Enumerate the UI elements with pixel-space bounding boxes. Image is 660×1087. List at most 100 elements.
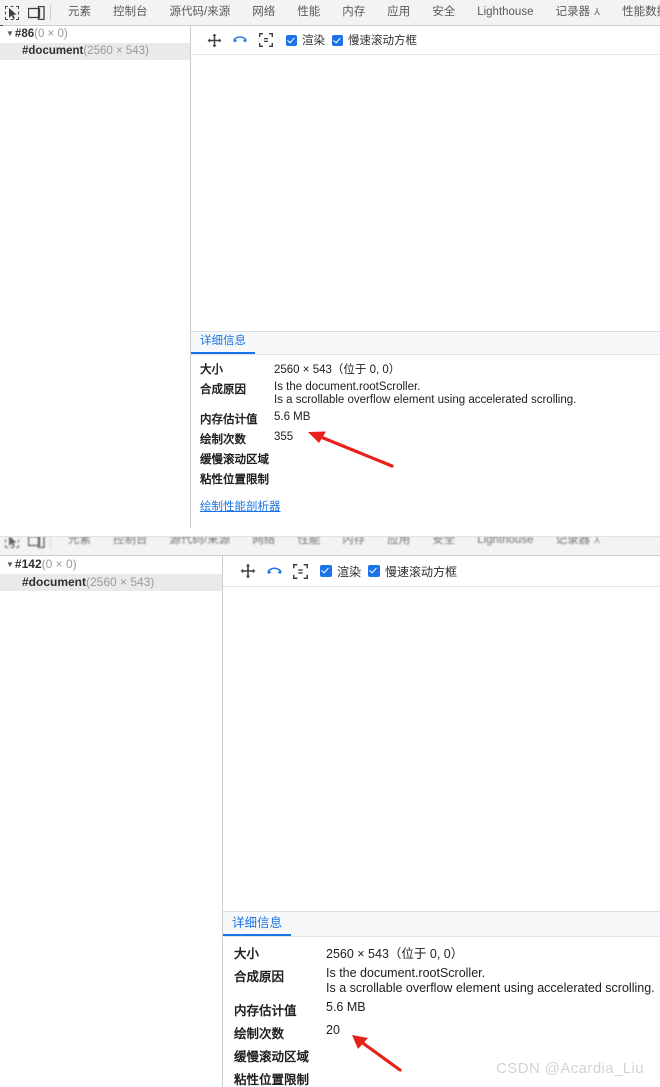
compositing-reason-line-2: Is a scrollable overflow element using a… — [274, 394, 577, 406]
devtools-screenshot-bottom: 元素 控制台 源代码/来源 网络 性能 内存 应用 安全 Lighthouse … — [0, 528, 660, 1087]
layer-child-id: #document — [22, 45, 84, 57]
detail-value-paint-count: 20 — [326, 1023, 340, 1037]
layer-root-size: (0 × 0) — [34, 28, 68, 40]
detail-key-paint-count: 绘制次数 — [234, 1027, 285, 1041]
paint-profiler-link[interactable]: 绘制性能剖析器 — [200, 498, 281, 514]
tab-elements[interactable]: 元素 — [57, 537, 102, 553]
pan-icon[interactable] — [235, 561, 261, 581]
layer-root-id: #86 — [14, 28, 35, 40]
layer-stage[interactable]: 渲染 慢速滚动方框 详细信息 大小 2560 × 543（位于 0, 0） 合成… — [223, 556, 660, 1087]
tab-lighthouse[interactable]: Lighthouse — [466, 0, 544, 25]
slow-scroll-rects-label: 慢速滚动方框 — [348, 35, 417, 47]
experimental-icon: ⅄ — [593, 7, 601, 18]
layer-tree-root[interactable]: ▼#86(0 × 0) — [0, 26, 190, 43]
table-row: 合成原因 Is the document.rootScroller. Is a … — [191, 379, 660, 409]
twisty-icon[interactable]: ▼ — [6, 26, 14, 41]
tab-console[interactable]: 控制台 — [102, 537, 159, 553]
layer-root-size: (0 × 0) — [41, 557, 77, 571]
detail-key-compositing-reasons: 合成原因 — [200, 384, 246, 396]
detail-key-size: 大小 — [200, 364, 223, 376]
layer-tree-pane[interactable]: ▼#142(0 × 0) #document(2560 × 543) — [0, 556, 223, 1087]
checkbox-checked-icon[interactable] — [368, 565, 381, 577]
details-tab-bar[interactable]: 详细信息 — [191, 332, 660, 355]
tab-application[interactable]: 应用 — [376, 0, 421, 25]
layer-child-size: (2560 × 543) — [86, 575, 155, 589]
devtools-tab-bar-clipped[interactable]: 元素 控制台 源代码/来源 网络 性能 内存 应用 安全 Lighthouse … — [0, 537, 660, 556]
reset-view-icon[interactable] — [253, 30, 279, 50]
tab-details[interactable]: 详细信息 — [223, 915, 292, 936]
render-checkbox[interactable]: 渲染 — [286, 32, 325, 48]
table-row: 大小 2560 × 543（位于 0, 0） — [191, 359, 660, 379]
tab-details[interactable]: 详细信息 — [191, 333, 255, 354]
checkbox-checked-icon[interactable] — [286, 34, 297, 46]
tab-network[interactable]: 网络 — [241, 0, 286, 25]
table-row: 大小 2560 × 543（位于 0, 0） — [223, 941, 660, 964]
layer-tree-item-document[interactable]: #document(2560 × 543) — [0, 574, 222, 591]
tab-security[interactable]: 安全 — [421, 0, 466, 25]
compositing-reason-line-2: Is a scrollable overflow element using a… — [326, 981, 655, 995]
tab-memory[interactable]: 内存 — [331, 0, 376, 25]
layer-3d-canvas[interactable] — [191, 55, 660, 331]
layer-tree-root[interactable]: ▼#142(0 × 0) — [0, 556, 222, 574]
details-tab-bar[interactable]: 详细信息 — [223, 912, 660, 937]
detail-value-memory: 5.6 MB — [326, 1000, 366, 1014]
rotate-icon[interactable] — [227, 30, 253, 50]
layer-stage-toolbar[interactable]: 渲染 慢速滚动方框 — [191, 26, 660, 55]
detail-key-paint-count: 绘制次数 — [200, 434, 246, 446]
tab-application[interactable]: 应用 — [376, 537, 421, 553]
toolbar-divider — [50, 537, 51, 549]
table-row: 绘制次数 20 — [223, 1021, 660, 1044]
tab-recorder-label: 记录器 — [555, 6, 590, 18]
device-toolbar-icon[interactable] — [24, 537, 48, 551]
tab-network[interactable]: 网络 — [241, 537, 286, 553]
tab-elements[interactable]: 元素 — [57, 0, 102, 25]
detail-value-slow-scroll-regions — [274, 449, 660, 469]
render-checkbox-label: 渲染 — [337, 564, 362, 579]
layer-stage-toolbar[interactable]: 渲染 慢速滚动方框 — [223, 556, 660, 587]
detail-key-memory: 内存估计值 — [200, 414, 258, 426]
tab-recorder-label: 记录器 — [555, 537, 590, 546]
rotate-icon[interactable] — [261, 561, 287, 581]
devtools-tab-bar[interactable]: 元素 控制台 源代码/来源 网络 性能 内存 应用 安全 Lighthouse … — [0, 0, 660, 26]
layer-stage[interactable]: 渲染 慢速滚动方框 详细信息 大小 2560 × 543（位于 0, 0） 合成… — [191, 26, 660, 528]
tab-performance[interactable]: 性能 — [286, 537, 331, 553]
table-row: 内存估计值 5.6 MB — [223, 998, 660, 1021]
table-row: 绘制次数 355 — [191, 429, 660, 449]
layer-root-id: #142 — [14, 557, 42, 571]
inspect-element-icon[interactable] — [0, 537, 24, 551]
watermark: CSDN @Acardia_Liu — [496, 1060, 644, 1077]
tab-performance-insights[interactable]: 性能数据分析 — [611, 0, 660, 25]
layer-tree-item-document[interactable]: #document(2560 × 543) — [0, 43, 190, 60]
table-row: 缓慢滚动区域 — [191, 449, 660, 469]
render-checkbox-label: 渲染 — [302, 35, 325, 47]
slow-scroll-rects-checkbox[interactable]: 慢速滚动方框 — [332, 32, 417, 48]
layer-tree-pane[interactable]: ▼#86(0 × 0) #document(2560 × 543) — [0, 26, 191, 528]
tab-sources[interactable]: 源代码/来源 — [159, 537, 242, 553]
reset-view-icon[interactable] — [287, 561, 313, 581]
tab-lighthouse[interactable]: Lighthouse — [466, 537, 544, 553]
detail-value-compositing-reasons: Is the document.rootScroller. Is a scrol… — [274, 379, 660, 409]
detail-value-size: 2560 × 543（位于 0, 0） — [326, 947, 464, 961]
tab-security[interactable]: 安全 — [421, 537, 466, 553]
render-checkbox[interactable]: 渲染 — [320, 563, 361, 580]
tab-performance[interactable]: 性能 — [286, 0, 331, 25]
layer-details-pane: 详细信息 大小 2560 × 543（位于 0, 0） 合成原因 Is the … — [191, 331, 660, 528]
twisty-icon[interactable]: ▼ — [6, 557, 14, 572]
layer-3d-canvas[interactable] — [223, 587, 660, 911]
checkbox-checked-icon[interactable] — [320, 565, 332, 577]
device-toolbar-icon[interactable] — [24, 3, 48, 23]
detail-key-slow-scroll-regions: 缓慢滚动区域 — [234, 1050, 310, 1064]
inspect-element-icon[interactable] — [0, 3, 24, 23]
detail-key-compositing-reasons: 合成原因 — [234, 970, 285, 984]
detail-value-size: 2560 × 543（位于 0, 0） — [274, 364, 401, 376]
slow-scroll-rects-checkbox[interactable]: 慢速滚动方框 — [368, 563, 457, 580]
devtools-screenshot-top: 元素 控制台 源代码/来源 网络 性能 内存 应用 安全 Lighthouse … — [0, 0, 660, 528]
tab-sources[interactable]: 源代码/来源 — [159, 0, 242, 25]
tab-memory[interactable]: 内存 — [331, 537, 376, 553]
checkbox-checked-icon[interactable] — [332, 34, 343, 46]
tab-console[interactable]: 控制台 — [102, 0, 159, 25]
tab-recorder[interactable]: 记录器 ⅄ — [544, 0, 611, 25]
pan-icon[interactable] — [201, 30, 227, 50]
tab-recorder[interactable]: 记录器 ⅄ — [544, 537, 611, 553]
detail-value-compositing-reasons: Is the document.rootScroller. Is a scrol… — [326, 964, 660, 998]
